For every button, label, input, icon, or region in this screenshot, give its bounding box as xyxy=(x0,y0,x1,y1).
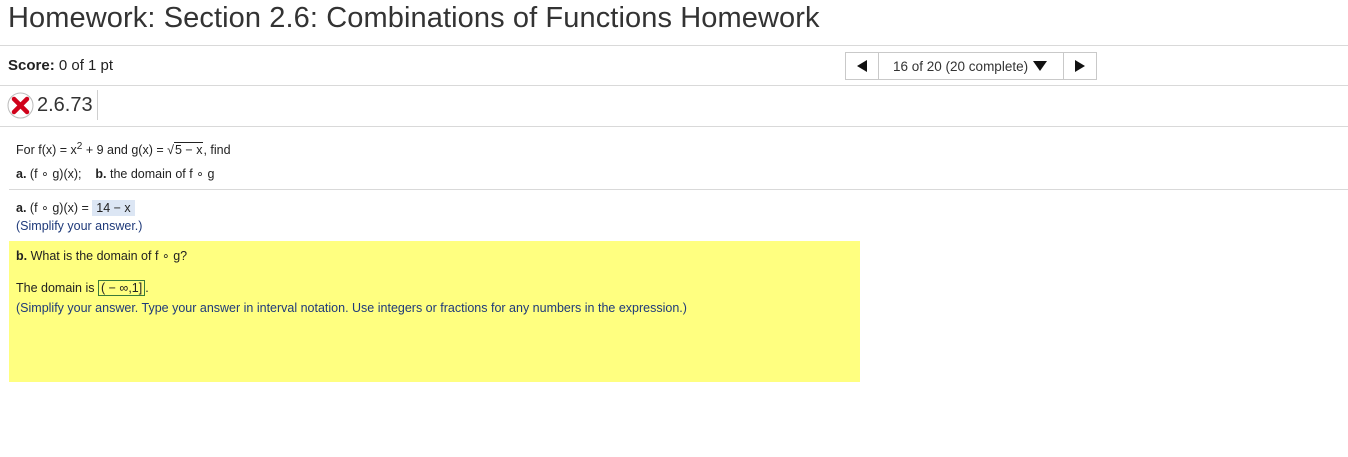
answer-a-label: a. xyxy=(16,201,27,215)
divider xyxy=(0,85,1348,86)
next-question-button[interactable] xyxy=(1063,52,1097,80)
sqrt-argument: 5 − x xyxy=(174,142,204,158)
problem-statement: For f(x) = x2 + 9 and g(x) = √5 − x, fin… xyxy=(16,141,231,158)
part-b-text: the domain of f ∘ g xyxy=(110,167,215,181)
arrow-right-icon xyxy=(1075,60,1085,72)
answer-a-hint: (Simplify your answer.) xyxy=(16,219,143,233)
divider xyxy=(0,126,1348,127)
prompt-text: , find xyxy=(203,143,231,158)
domain-answer-input[interactable]: ( − ∞,1] xyxy=(98,280,146,296)
question-navigator: 16 of 20 (20 complete) xyxy=(845,52,1097,80)
answer-b-question-text: What is the domain of f ∘ g? xyxy=(30,249,188,263)
prompt-text: For f(x) = x xyxy=(16,143,77,158)
domain-prefix: The domain is xyxy=(16,281,95,295)
domain-suffix: . xyxy=(145,281,149,295)
answer-a-input[interactable]: 14 − x xyxy=(92,200,135,216)
question-id: 2.6.73 xyxy=(7,90,98,120)
part-a-text: (f ∘ g)(x); xyxy=(29,167,82,181)
divider xyxy=(0,45,1348,46)
score-label: Score: xyxy=(8,57,55,74)
answer-b-hint: (Simplify your answer. Type your answer … xyxy=(16,301,687,315)
divider xyxy=(9,189,1348,190)
question-number: 2.6.73 xyxy=(37,90,98,120)
arrow-left-icon xyxy=(857,60,867,72)
score: Score: 0 of 1 pt xyxy=(8,57,113,74)
sqrt-symbol: √ xyxy=(167,143,174,158)
answer-b-row: The domain is ( − ∞,1]. xyxy=(16,280,149,296)
part-b-label: b. xyxy=(95,167,107,181)
page-title: Homework: Section 2.6: Combinations of F… xyxy=(8,2,820,34)
answer-b-label: b. xyxy=(16,249,28,263)
question-progress-text: 16 of 20 (20 complete) xyxy=(893,58,1029,74)
problem-parts: a. (f ∘ g)(x); b. the domain of f ∘ g xyxy=(16,166,214,181)
part-a-label: a. xyxy=(16,167,27,181)
prompt-text: + 9 and g(x) = xyxy=(82,143,168,158)
previous-question-button[interactable] xyxy=(845,52,879,80)
question-progress-dropdown[interactable]: 16 of 20 (20 complete) xyxy=(879,52,1063,80)
incorrect-x-icon xyxy=(7,92,34,118)
answer-a-expression: (f ∘ g)(x) = xyxy=(29,201,89,215)
score-value: 0 of 1 pt xyxy=(58,57,114,74)
answer-b-question: b. What is the domain of f ∘ g? xyxy=(16,248,187,263)
answer-a-row: a. (f ∘ g)(x) = 14 − x xyxy=(16,200,135,216)
caret-down-icon xyxy=(1033,61,1048,71)
